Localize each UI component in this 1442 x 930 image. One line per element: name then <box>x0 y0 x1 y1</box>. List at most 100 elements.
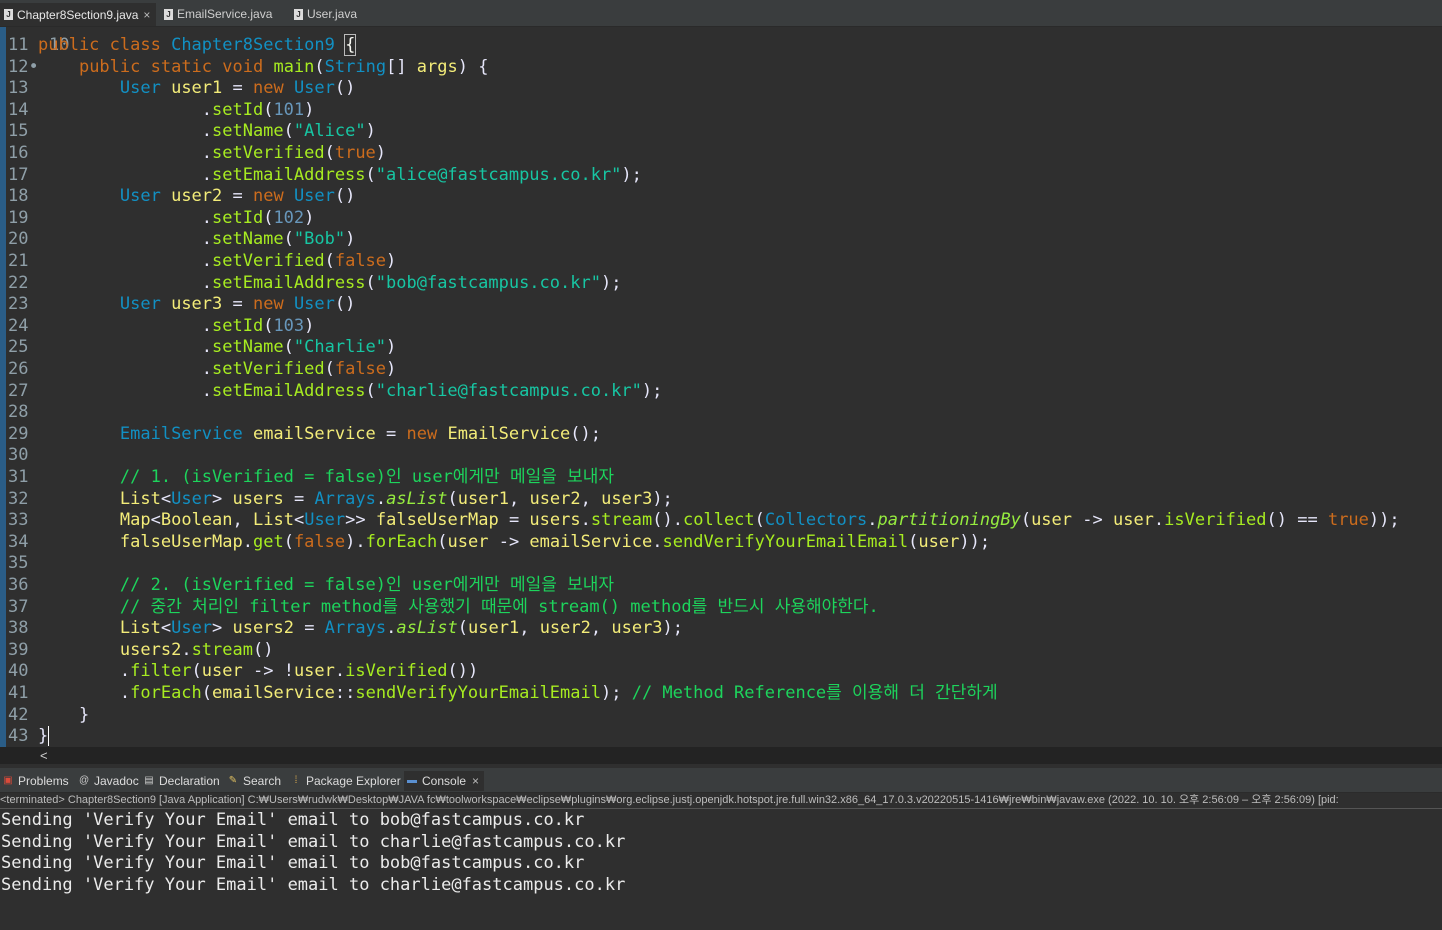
line-number: 21 <box>8 251 29 271</box>
view-tab-console[interactable]: ▬ Console × <box>404 771 484 791</box>
javadoc-icon: @ <box>79 775 90 786</box>
view-tab-label: Package Explorer <box>306 774 401 788</box>
view-tab-declaration[interactable]: ▤ Declaration <box>141 771 223 791</box>
console-status: <terminated> Chapter8Section9 [Java Appl… <box>0 793 1442 809</box>
view-tab-label: Search <box>243 774 282 788</box>
code-line: 28 <box>0 402 38 424</box>
line-number: 13 <box>8 78 29 99</box>
view-tab-label: Declaration <box>159 774 220 788</box>
line-number: 29 <box>8 423 29 444</box>
view-tab-search[interactable]: ✎ Search <box>225 771 285 791</box>
tab-emailservice[interactable]: J EmailService.java <box>160 4 278 24</box>
code-text: .setVerified(false) <box>38 359 397 379</box>
code-text: User user1 = new User() <box>119 78 356 99</box>
code-text: .setName("Bob") <box>38 229 356 250</box>
code-line: 27 .setEmailAddress("charlie@fastcampus.… <box>0 381 662 403</box>
code-line: 43} <box>0 726 50 747</box>
code-text: users2.stream() <box>119 639 274 660</box>
code-line: 11 public class Chapter8Section9 { <box>0 34 357 57</box>
close-icon[interactable]: × <box>143 8 150 22</box>
code-text: .setVerified(false) <box>38 251 397 271</box>
declaration-icon: ▤ <box>144 775 154 786</box>
code-text: } <box>38 704 90 725</box>
code-text: User user3 = new User() <box>119 294 356 315</box>
code-line: 13 User user1 = new User() <box>0 78 355 100</box>
code-text: falseUserMap.get(false).forEach(user -> … <box>119 531 991 552</box>
code-text: List<User> users = Arrays.asList(user1, … <box>119 488 673 509</box>
problems-icon: ▣ <box>3 775 13 786</box>
line-number: 26 <box>8 359 29 379</box>
close-icon[interactable]: × <box>472 774 479 788</box>
line-number: 23 <box>8 294 29 315</box>
search-icon: ✎ <box>228 775 238 786</box>
line-number: 32 <box>8 488 29 509</box>
horizontal-scrollbar[interactable]: < <box>0 747 1442 764</box>
line-number: 19 <box>8 207 29 228</box>
code-text: .setId(102) <box>38 207 315 228</box>
java-file-icon: J <box>164 8 173 20</box>
code-line: 35 <box>0 553 38 575</box>
code-text: Map<Boolean, List<User>> falseUserMap = … <box>119 510 1400 531</box>
java-file-icon: J <box>4 9 13 20</box>
line-number: 41 <box>8 683 29 703</box>
line-number: 37 <box>8 596 29 617</box>
line-number: 25 <box>8 337 29 358</box>
code-line: 17 .setEmailAddress("alice@fastcampus.co… <box>0 165 642 187</box>
code-line: 40 .filter(user -> !user.isVerified()) <box>0 661 478 683</box>
line-number: 34 <box>8 531 29 552</box>
code-line: 12• public static void main(String[] arg… <box>0 57 488 79</box>
code-editor[interactable]: 10 11 public class Chapter8Section9 {12• … <box>0 27 1442 747</box>
scroll-left-icon[interactable]: < <box>40 747 48 764</box>
console-output[interactable]: Sending 'Verify Your Email' email to bob… <box>0 810 1442 930</box>
code-text: public class Chapter8Section9 { <box>38 34 357 56</box>
line-number: 39 <box>8 639 29 660</box>
code-line: 33 Map<Boolean, List<User>> falseUserMap… <box>0 510 1400 532</box>
view-tab-problems[interactable]: ▣ Problems <box>0 771 72 791</box>
code-text: .setEmailAddress("alice@fastcampus.co.kr… <box>38 164 642 185</box>
console-line: Sending 'Verify Your Email' email to cha… <box>1 874 626 895</box>
line-number: 43 <box>8 726 29 747</box>
line-number: 40 <box>8 661 29 682</box>
view-tab-label: Problems <box>18 774 69 788</box>
code-line: 32 List<User> users = Arrays.asList(user… <box>0 489 673 511</box>
code-line-partial: 10 <box>0 27 79 55</box>
code-line: 15 .setName("Alice") <box>0 121 376 143</box>
package-explorer-icon: ⁞ <box>294 775 298 786</box>
code-text: } <box>38 726 50 747</box>
view-tab-package-explorer[interactable]: ⁞ Package Explorer <box>288 771 402 791</box>
code-text: .setName("Alice") <box>38 121 376 142</box>
line-number: 18 <box>8 186 29 207</box>
line-number: 38 <box>8 618 29 639</box>
tab-chapter8section9[interactable]: J Chapter8Section9.java × <box>0 3 156 26</box>
line-number: 12• <box>8 56 39 77</box>
code-line: 25 .setName("Charlie") <box>0 337 396 359</box>
code-line: 30 <box>0 445 38 467</box>
code-text: .setVerified(true) <box>38 143 387 163</box>
code-line: 22 .setEmailAddress("bob@fastcampus.co.k… <box>0 273 621 295</box>
tab-label: Chapter8Section9.java <box>17 7 139 22</box>
view-tab-label: Console <box>422 774 467 788</box>
line-number: 24 <box>8 315 29 336</box>
console-line: Sending 'Verify Your Email' email to bob… <box>1 810 585 830</box>
code-text: .setEmailAddress("charlie@fastcampus.co.… <box>38 380 663 401</box>
code-line: 24 .setId(103) <box>0 316 314 338</box>
line-number: 36 <box>8 575 29 595</box>
tab-label: EmailService.java <box>177 7 273 21</box>
view-tab-javadoc[interactable]: @ Javadoc <box>76 771 139 791</box>
code-text: // 2. (isVerified = false)인 user에게만 메일을 … <box>119 575 615 595</box>
java-file-icon: J <box>294 8 303 20</box>
tab-user[interactable]: J User.java <box>290 4 370 24</box>
line-number: 27 <box>8 380 29 401</box>
code-line: 31 // 1. (isVerified = false)인 user에게만 메… <box>0 467 614 489</box>
console-line: Sending 'Verify Your Email' email to bob… <box>1 853 585 874</box>
line-number: 31 <box>8 467 29 487</box>
line-number: 42 <box>8 704 29 725</box>
code-text: EmailService emailService = new EmailSer… <box>119 423 601 444</box>
line-number: 17 <box>8 164 29 185</box>
code-text: public static void main(String[] args) { <box>78 56 489 77</box>
line-number: 33 <box>8 510 29 531</box>
code-line: 23 User user3 = new User() <box>0 294 355 316</box>
console-line: Sending 'Verify Your Email' email to cha… <box>1 831 626 852</box>
code-text: .filter(user -> !user.isVerified()) <box>38 661 479 682</box>
line-number: 16 <box>8 143 29 163</box>
